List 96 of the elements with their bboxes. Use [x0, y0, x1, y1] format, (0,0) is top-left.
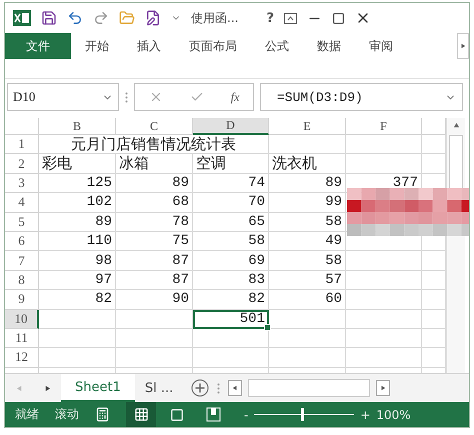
table-cell: 冰箱	[116, 154, 193, 174]
grip-icon	[217, 382, 220, 394]
column-header[interactable]: D	[193, 118, 269, 135]
redo-icon[interactable]	[93, 10, 109, 26]
table-cell: 68	[116, 193, 193, 213]
table-cell: 89	[39, 212, 116, 232]
ribbon-tab[interactable]: 插入	[123, 33, 175, 59]
ribbon-tab[interactable]: 数据	[303, 33, 355, 59]
table-cell: 82	[39, 290, 116, 310]
insert-function-button[interactable]: fx	[230, 90, 240, 104]
row-header[interactable]: 10	[5, 310, 39, 329]
row-header[interactable]: 4	[5, 193, 39, 213]
zoom-reading: 100%	[376, 408, 411, 422]
table-cell: 83	[193, 270, 269, 290]
sheet-tab[interactable]: Sl ...	[134, 374, 184, 402]
help-button[interactable]: ?	[266, 10, 274, 26]
column-header[interactable]: E	[269, 118, 346, 135]
scroll-lock-indicator: 滚动	[55, 406, 79, 423]
scroll-right-button[interactable]	[376, 380, 390, 396]
save-icon[interactable]	[41, 10, 57, 26]
zoom-thumb[interactable]	[301, 408, 304, 421]
table-cell: 89	[269, 174, 346, 194]
row-header[interactable]: 9	[5, 290, 39, 310]
table-cell: 58	[269, 251, 346, 271]
maximize-icon[interactable]	[332, 12, 345, 24]
table-cell: 110	[39, 232, 116, 252]
column-header[interactable]: C	[116, 118, 193, 135]
triangle-icon[interactable]	[380, 385, 386, 391]
ribbon-tab[interactable]: 公式	[251, 33, 303, 59]
table-cell: 75	[116, 232, 193, 252]
table-cell: 70	[193, 193, 269, 213]
row-header[interactable]: 7	[5, 251, 39, 271]
table-cell: 125	[39, 174, 116, 194]
column-header[interactable]: B	[39, 118, 116, 135]
table-cell: 65	[193, 212, 269, 232]
table-cell: 洗衣机	[269, 154, 346, 174]
next-sheet-icon[interactable]	[44, 384, 50, 392]
sheet-tab[interactable]: Sheet1	[61, 374, 135, 402]
ribbon-tab[interactable]: 开始	[71, 33, 123, 59]
row-header[interactable]: 11	[5, 328, 39, 348]
table-cell: 99	[269, 193, 346, 213]
table-cell: 87	[116, 251, 193, 271]
ribbon-tab[interactable]: 审阅	[355, 33, 407, 59]
table-cell: 78	[116, 212, 193, 232]
row-header[interactable]: 1	[5, 135, 39, 154]
zoom-in-button[interactable]: +	[360, 408, 370, 422]
table-cell: 60	[269, 290, 346, 310]
zoom-slider[interactable]	[254, 408, 354, 421]
row-header[interactable]: 2	[5, 154, 39, 174]
status-mode: 就绪	[15, 406, 39, 423]
row-header[interactable]: 3	[5, 174, 39, 194]
table-cell: 97	[39, 270, 116, 290]
scroll-left-button[interactable]	[228, 380, 242, 396]
table-cell: 57	[269, 270, 346, 290]
column-header[interactable]: F	[346, 118, 422, 135]
view-button[interactable]	[126, 402, 156, 427]
grid-icon[interactable]	[134, 407, 148, 422]
tab-scroll-button[interactable]	[457, 33, 469, 59]
formula-field[interactable]: =SUM(D3:D9)	[260, 83, 463, 111]
row-header[interactable]: 6	[5, 232, 39, 252]
ribbon-tab[interactable]: 页面布局	[175, 33, 251, 59]
page-icon[interactable]	[170, 408, 184, 422]
undo-icon[interactable]	[67, 10, 83, 26]
table-cell: 102	[39, 193, 116, 213]
table-cell: 98	[39, 251, 116, 271]
table-cell: 87	[116, 270, 193, 290]
row-header[interactable]: 8	[5, 270, 39, 290]
row-header[interactable]: 12	[5, 348, 39, 368]
triangle-icon[interactable]	[460, 43, 466, 49]
name-box[interactable]: D10	[7, 83, 119, 111]
horizontal-scrollbar[interactable]	[248, 379, 370, 397]
excel-logo-icon[interactable]	[13, 10, 31, 26]
table-cell: 49	[269, 232, 346, 252]
table-cell: 501	[193, 310, 269, 329]
zoom-out-button[interactable]: -	[244, 408, 248, 422]
table-cell: 90	[116, 290, 193, 310]
table-cell: 74	[193, 174, 269, 194]
macro-icon[interactable]	[95, 407, 110, 422]
table-cell: 58	[269, 212, 346, 232]
window-title: 使用函...	[191, 10, 238, 26]
scroll-up-icon[interactable]	[452, 122, 460, 129]
table-cell: 彩电	[39, 154, 116, 174]
table-cell: 58	[193, 232, 269, 252]
table-cell: 82	[193, 290, 269, 310]
page-break-icon[interactable]	[206, 407, 220, 422]
grip-icon	[125, 92, 128, 102]
triangle-icon[interactable]	[232, 385, 238, 391]
file-pen-icon[interactable]	[145, 10, 161, 26]
table-cell: 89	[116, 174, 193, 194]
table-cell: 69	[193, 251, 269, 271]
ribbon-tab[interactable]: 文件	[5, 33, 71, 59]
fill-handle[interactable]	[264, 324, 271, 331]
row-header[interactable]: 5	[5, 212, 39, 232]
table-cell: 空调	[193, 154, 269, 174]
ribbon-display-icon[interactable]	[284, 12, 297, 24]
table-cell: 元月门店销售情况统计表	[39, 135, 269, 154]
